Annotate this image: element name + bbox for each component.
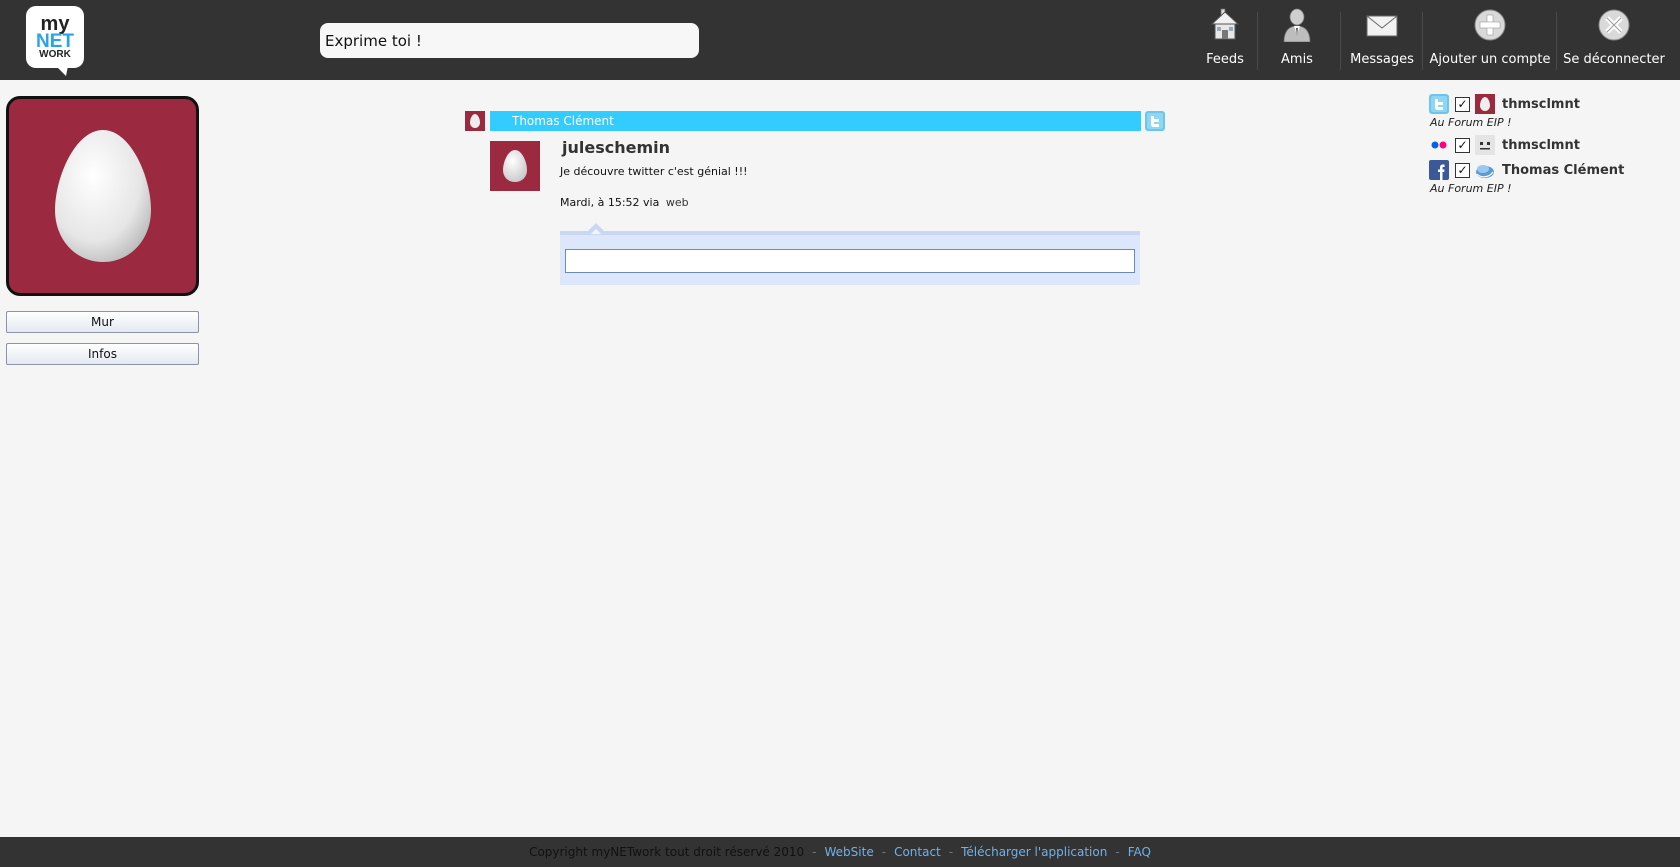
account-checkbox[interactable]: ✓ bbox=[1455, 137, 1470, 153]
close-circle-icon bbox=[1598, 9, 1630, 41]
facebook-icon bbox=[1429, 160, 1449, 180]
egg-avatar-icon bbox=[1480, 97, 1490, 111]
post-author[interactable]: juleschemin bbox=[562, 138, 670, 157]
author-avatar[interactable] bbox=[490, 141, 540, 191]
status-input[interactable] bbox=[320, 23, 699, 58]
nav-label: Ajouter un compte bbox=[1429, 52, 1551, 67]
account-status: Au Forum EIP ! bbox=[1430, 116, 1512, 129]
infos-button[interactable]: Infos bbox=[6, 343, 199, 365]
egg-avatar-icon bbox=[470, 114, 480, 128]
nav-logout[interactable]: Se déconnecter bbox=[1563, 8, 1665, 72]
nav-divider bbox=[1340, 12, 1341, 70]
nav-label: Messages bbox=[1350, 52, 1414, 67]
account-row-flickr: ✓ thmsclmnt bbox=[1429, 134, 1580, 156]
post-owner-bar: Thomas Clément bbox=[490, 111, 1141, 131]
footer-link-website[interactable]: WebSite bbox=[825, 845, 874, 859]
footer-separator: - bbox=[881, 845, 887, 859]
nav-add-account[interactable]: Ajouter un compte bbox=[1429, 8, 1551, 72]
post-meta: Mardi, à 15:52 via web bbox=[560, 196, 689, 209]
flickr-icon bbox=[1431, 141, 1447, 149]
account-name[interactable]: Thomas Clément bbox=[1502, 163, 1624, 178]
account-avatar bbox=[1475, 94, 1495, 114]
logo-line-2: NET bbox=[36, 30, 74, 52]
person-icon bbox=[1283, 8, 1311, 42]
reply-box bbox=[560, 223, 1140, 285]
account-avatar bbox=[1475, 135, 1495, 155]
twitter-icon bbox=[1429, 94, 1449, 114]
account-avatar bbox=[1475, 160, 1495, 180]
egg-avatar-icon bbox=[503, 150, 527, 182]
footer-separator: - bbox=[812, 845, 817, 859]
post-via-label: via bbox=[643, 196, 660, 209]
post-text: Je découvre twitter c'est génial !!! bbox=[560, 165, 748, 178]
post-source-link[interactable]: web bbox=[666, 196, 689, 209]
owner-avatar[interactable] bbox=[465, 111, 485, 131]
account-row-facebook: ✓ Thomas Clément bbox=[1429, 159, 1624, 181]
default-buddy-icon bbox=[1475, 135, 1495, 155]
post-owner-name[interactable]: Thomas Clément bbox=[512, 114, 614, 128]
footer-link-download-app[interactable]: Télécharger l'application bbox=[961, 845, 1107, 859]
footer-separator: - bbox=[1115, 845, 1120, 859]
envelope-icon bbox=[1366, 15, 1398, 37]
nav-label: Feeds bbox=[1206, 52, 1244, 67]
facebook-default-avatar-icon bbox=[1476, 165, 1494, 178]
nav-divider bbox=[1556, 12, 1557, 70]
plus-circle-icon bbox=[1474, 9, 1506, 41]
profile-picture[interactable] bbox=[6, 96, 199, 296]
account-status: Au Forum EIP ! bbox=[1430, 182, 1512, 195]
egg-avatar-icon bbox=[54, 130, 151, 262]
house-icon bbox=[1210, 8, 1240, 40]
account-name[interactable]: thmsclmnt bbox=[1502, 138, 1580, 153]
top-bar: my NET WORK Feeds Amis Mes bbox=[0, 0, 1680, 80]
footer-separator: - bbox=[948, 845, 954, 859]
account-checkbox[interactable]: ✓ bbox=[1455, 96, 1470, 112]
post-header: Thomas Clément bbox=[465, 111, 1165, 131]
twitter-icon[interactable] bbox=[1145, 111, 1165, 131]
mur-button[interactable]: Mur bbox=[6, 311, 199, 333]
footer-copyright: Copyright myNETwork tout droit réservé 2… bbox=[529, 845, 805, 859]
nav-label: Amis bbox=[1281, 52, 1313, 67]
footer-link-contact[interactable]: Contact bbox=[894, 845, 941, 859]
footer-link-faq[interactable]: FAQ bbox=[1128, 845, 1151, 859]
reply-input[interactable] bbox=[565, 249, 1135, 273]
nav-messages[interactable]: Messages bbox=[1350, 8, 1414, 72]
nav-divider bbox=[1257, 12, 1258, 70]
nav-label: Se déconnecter bbox=[1563, 52, 1665, 67]
nav-amis[interactable]: Amis bbox=[1277, 8, 1317, 72]
account-name[interactable]: thmsclmnt bbox=[1502, 97, 1580, 112]
account-checkbox[interactable]: ✓ bbox=[1455, 162, 1470, 178]
footer: Copyright myNETwork tout droit réservé 2… bbox=[0, 837, 1680, 867]
nav-feeds[interactable]: Feeds bbox=[1195, 8, 1255, 72]
account-row-twitter: ✓ thmsclmnt bbox=[1429, 93, 1580, 115]
nav-divider bbox=[1422, 12, 1423, 70]
post-time: Mardi, à 15:52 bbox=[560, 196, 640, 209]
mynetwork-logo[interactable]: my NET WORK bbox=[26, 6, 84, 76]
logo-line-3: WORK bbox=[39, 49, 71, 61]
